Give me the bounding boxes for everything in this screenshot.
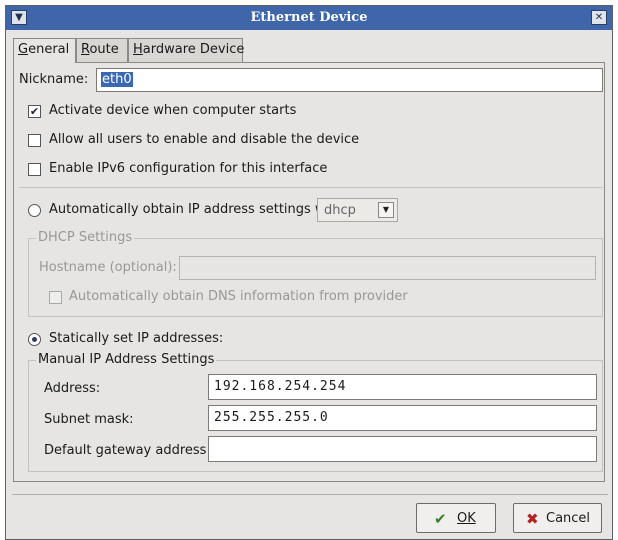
radio-selected-dot — [32, 337, 37, 342]
nickname-label: Nickname: — [19, 72, 89, 87]
gateway-label: Default gateway address: — [44, 443, 211, 458]
nickname-field[interactable]: eth0 — [96, 68, 603, 92]
subnet-label: Subnet mask: — [44, 412, 134, 427]
activate-checkbox[interactable]: ✔ — [28, 105, 41, 118]
window-close-button[interactable]: ✕ — [591, 10, 607, 25]
window-title: Ethernet Device — [250, 10, 368, 25]
ok-label: OK — [457, 511, 476, 526]
hostname-field[interactable] — [179, 256, 596, 280]
dhcp-combo[interactable]: dhcp ▼ — [317, 198, 398, 222]
tab-hardware-device[interactable]: Hardware Device — [128, 38, 245, 62]
tab-route[interactable]: Route — [76, 38, 128, 62]
address-value: 192.168.254.254 — [214, 379, 347, 394]
dhcp-combo-value: dhcp — [324, 203, 356, 218]
gateway-field[interactable] — [208, 436, 597, 462]
checkmark-icon: ✔ — [434, 510, 447, 528]
ok-button[interactable]: ✔ OK — [416, 503, 496, 533]
button-area-separator — [12, 494, 608, 495]
auto-ip-radio[interactable] — [28, 204, 41, 217]
static-ip-radio[interactable] — [28, 333, 41, 346]
ipv6-checkbox[interactable] — [28, 163, 41, 176]
tab-route-label: oute — [89, 42, 119, 57]
hostname-label: Hostname (optional): — [39, 260, 177, 275]
chevron-down-icon: ▼ — [378, 202, 394, 218]
separator — [19, 187, 603, 188]
address-label: Address: — [44, 381, 101, 396]
auto-dns-checkbox[interactable] — [49, 291, 62, 304]
tab-general-mnemonic: G — [18, 42, 29, 57]
tab-general-label: eneral — [28, 42, 70, 57]
ipv6-label: Enable IPv6 configuration for this inter… — [49, 161, 328, 176]
checkmark-icon: ✔ — [29, 105, 40, 118]
tab-hardware-mnemonic: H — [133, 42, 143, 57]
allow-users-checkbox[interactable] — [28, 134, 41, 147]
close-icon: ✕ — [594, 12, 604, 23]
static-ip-label: Statically set IP addresses: — [49, 331, 224, 346]
nickname-value: eth0 — [101, 72, 133, 87]
manual-group-title: Manual IP Address Settings — [36, 352, 217, 367]
tab-hardware-label: ardware Device — [142, 42, 245, 57]
activate-label: Activate device when computer starts — [49, 103, 297, 118]
allow-users-label: Allow all users to enable and disable th… — [49, 132, 360, 147]
subnet-field[interactable]: 255.255.255.0 — [208, 405, 597, 431]
auto-ip-label: Automatically obtain IP address settings… — [49, 202, 347, 217]
address-field[interactable]: 192.168.254.254 — [208, 374, 597, 400]
title-bar: ▼ Ethernet Device ✕ — [6, 6, 612, 30]
auto-dns-label: Automatically obtain DNS information fro… — [69, 289, 408, 304]
cross-icon: ✖ — [526, 510, 539, 528]
cancel-button[interactable]: ✖ Cancel — [513, 503, 602, 533]
ethernet-device-window: ▼ Ethernet Device ✕ General Route Hardwa… — [5, 5, 613, 540]
cancel-label: Cancel — [546, 511, 591, 526]
tab-general[interactable]: General — [13, 38, 76, 63]
dhcp-group-title: DHCP Settings — [36, 230, 135, 245]
subnet-value: 255.255.255.0 — [214, 410, 329, 425]
